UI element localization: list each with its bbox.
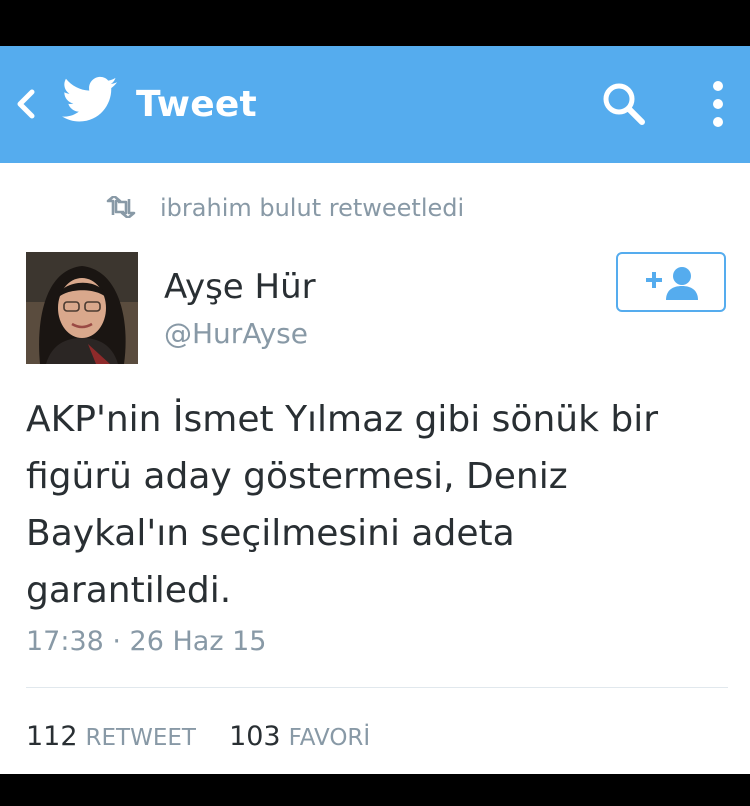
tweet-detail: ibrahim bulut retweetledi Ayşe Hür @HurA…	[0, 163, 750, 774]
app-bar: Tweet	[0, 46, 750, 163]
page-title: Tweet	[136, 84, 257, 125]
tweet-timestamp: 17:38 · 26 Haz 15	[26, 626, 267, 657]
retweet-icon	[106, 196, 136, 218]
retweeted-by-text: ibrahim bulut retweetledi	[160, 194, 465, 222]
author-handle[interactable]: @HurAyse	[164, 317, 308, 351]
twitter-bird-icon	[62, 76, 118, 124]
tweet-text: AKP'nin İsmet Yılmaz gibi sönük bir figü…	[26, 399, 659, 611]
phone-screen: Tweet ibrahim bulut retweetledi Ayşe Hür…	[0, 0, 750, 806]
overflow-menu-button[interactable]	[700, 78, 736, 130]
retweet-label: RETWEET	[85, 725, 196, 751]
follow-button[interactable]	[616, 252, 726, 312]
overflow-menu-icon	[713, 81, 723, 127]
favorite-label: FAVORİ	[288, 725, 371, 751]
author-name[interactable]: Ayşe Hür	[164, 267, 316, 307]
retweet-stat[interactable]: 112 RETWEET	[26, 721, 229, 752]
divider	[26, 687, 728, 688]
follow-plus-person-icon	[646, 267, 698, 300]
search-button[interactable]	[600, 80, 648, 128]
back-arrow-icon	[17, 89, 35, 119]
retweet-count: 112	[26, 721, 78, 752]
tweet-stats: 112 RETWEET 103 FAVORİ	[26, 719, 398, 755]
avatar[interactable]	[26, 252, 138, 364]
favorite-count: 103	[229, 721, 281, 752]
search-icon	[603, 83, 645, 125]
back-button[interactable]	[12, 84, 42, 124]
favorite-stat[interactable]: 103 FAVORİ	[229, 721, 398, 752]
